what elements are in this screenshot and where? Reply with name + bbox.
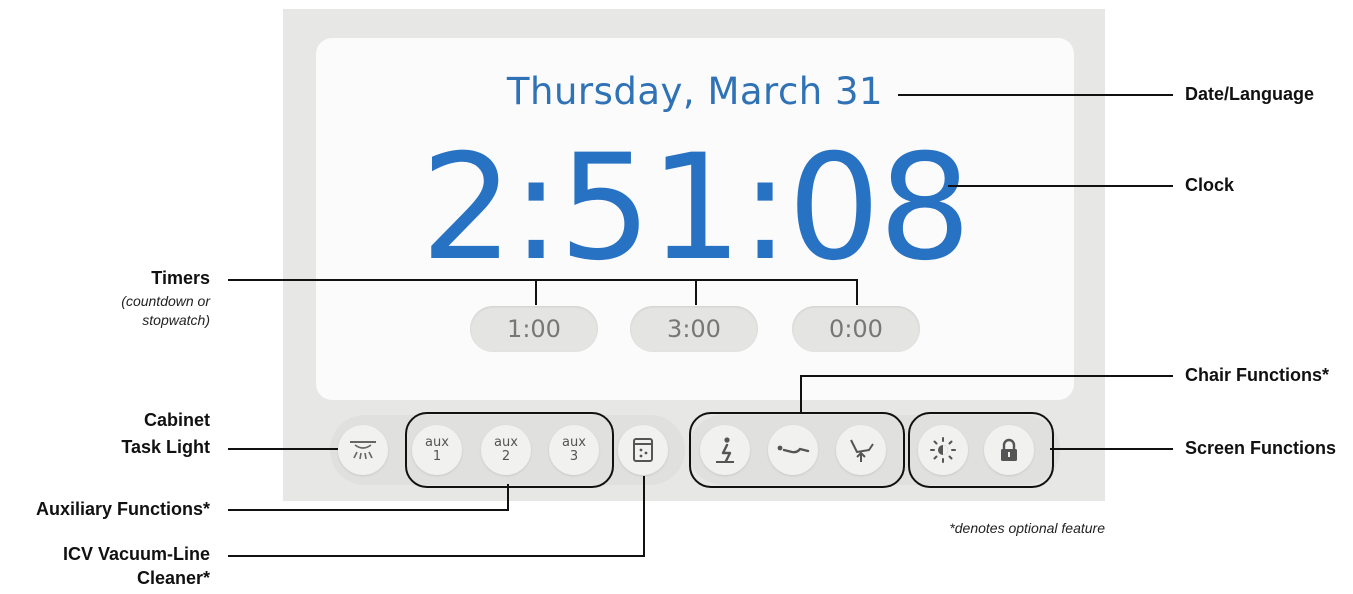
timers-callout-line xyxy=(228,279,858,281)
screen-callout-line xyxy=(1050,448,1173,450)
timers-sublabel-2: stopwatch) xyxy=(142,312,210,328)
cabinet-task-light-button[interactable] xyxy=(338,425,388,475)
optional-feature-footnote: *denotes optional feature xyxy=(949,520,1105,536)
task-light-callout-line xyxy=(228,448,338,450)
timer-2-button[interactable]: 3:00 xyxy=(630,306,758,352)
clock-callout-line xyxy=(948,185,1173,187)
timer-3-tick xyxy=(856,279,858,305)
timers-label: Timers xyxy=(151,268,210,288)
task-light-label: Task Light xyxy=(121,437,210,457)
clock-label: Clock xyxy=(1185,175,1235,195)
timer-2-tick xyxy=(695,279,697,305)
chair-callout-tick xyxy=(800,375,802,412)
timer-1-tick xyxy=(535,279,537,305)
chair-callout-line xyxy=(800,375,1173,377)
clock-display[interactable]: 2:51:08 xyxy=(316,118,1074,298)
cabinet-light-icon xyxy=(348,439,378,461)
icv-callout-tick xyxy=(643,476,645,557)
icv-label-line-1: ICV Vacuum-Line xyxy=(62,544,210,564)
auxiliary-functions-label: Auxiliary Functions* xyxy=(35,499,210,519)
cabinet-label: Cabinet xyxy=(143,410,210,430)
icv-vacuum-line-cleaner-button[interactable] xyxy=(618,425,668,475)
auxiliary-callout-line xyxy=(228,509,509,511)
chair-group-outline xyxy=(689,412,905,488)
date-display[interactable]: Thursday, March 31 xyxy=(316,70,1074,113)
timer-1-button[interactable]: 1:00 xyxy=(470,306,598,352)
timers-sublabel-1: (countdown or xyxy=(121,293,210,309)
icv-callout-line xyxy=(228,555,645,557)
auxiliary-group-outline xyxy=(405,412,614,488)
chair-functions-label: Chair Functions* xyxy=(1185,365,1330,385)
icv-label-line-2: Cleaner* xyxy=(136,568,210,588)
timer-3-button[interactable]: 0:00 xyxy=(792,306,920,352)
screen-functions-label: Screen Functions xyxy=(1185,438,1337,458)
screen-group-outline xyxy=(908,412,1054,488)
date-language-label: Date/Language xyxy=(1185,84,1315,104)
date-callout-line xyxy=(898,94,1173,96)
auxiliary-callout-tick xyxy=(507,484,509,511)
vacuum-line-cleaner-icon xyxy=(632,437,654,463)
